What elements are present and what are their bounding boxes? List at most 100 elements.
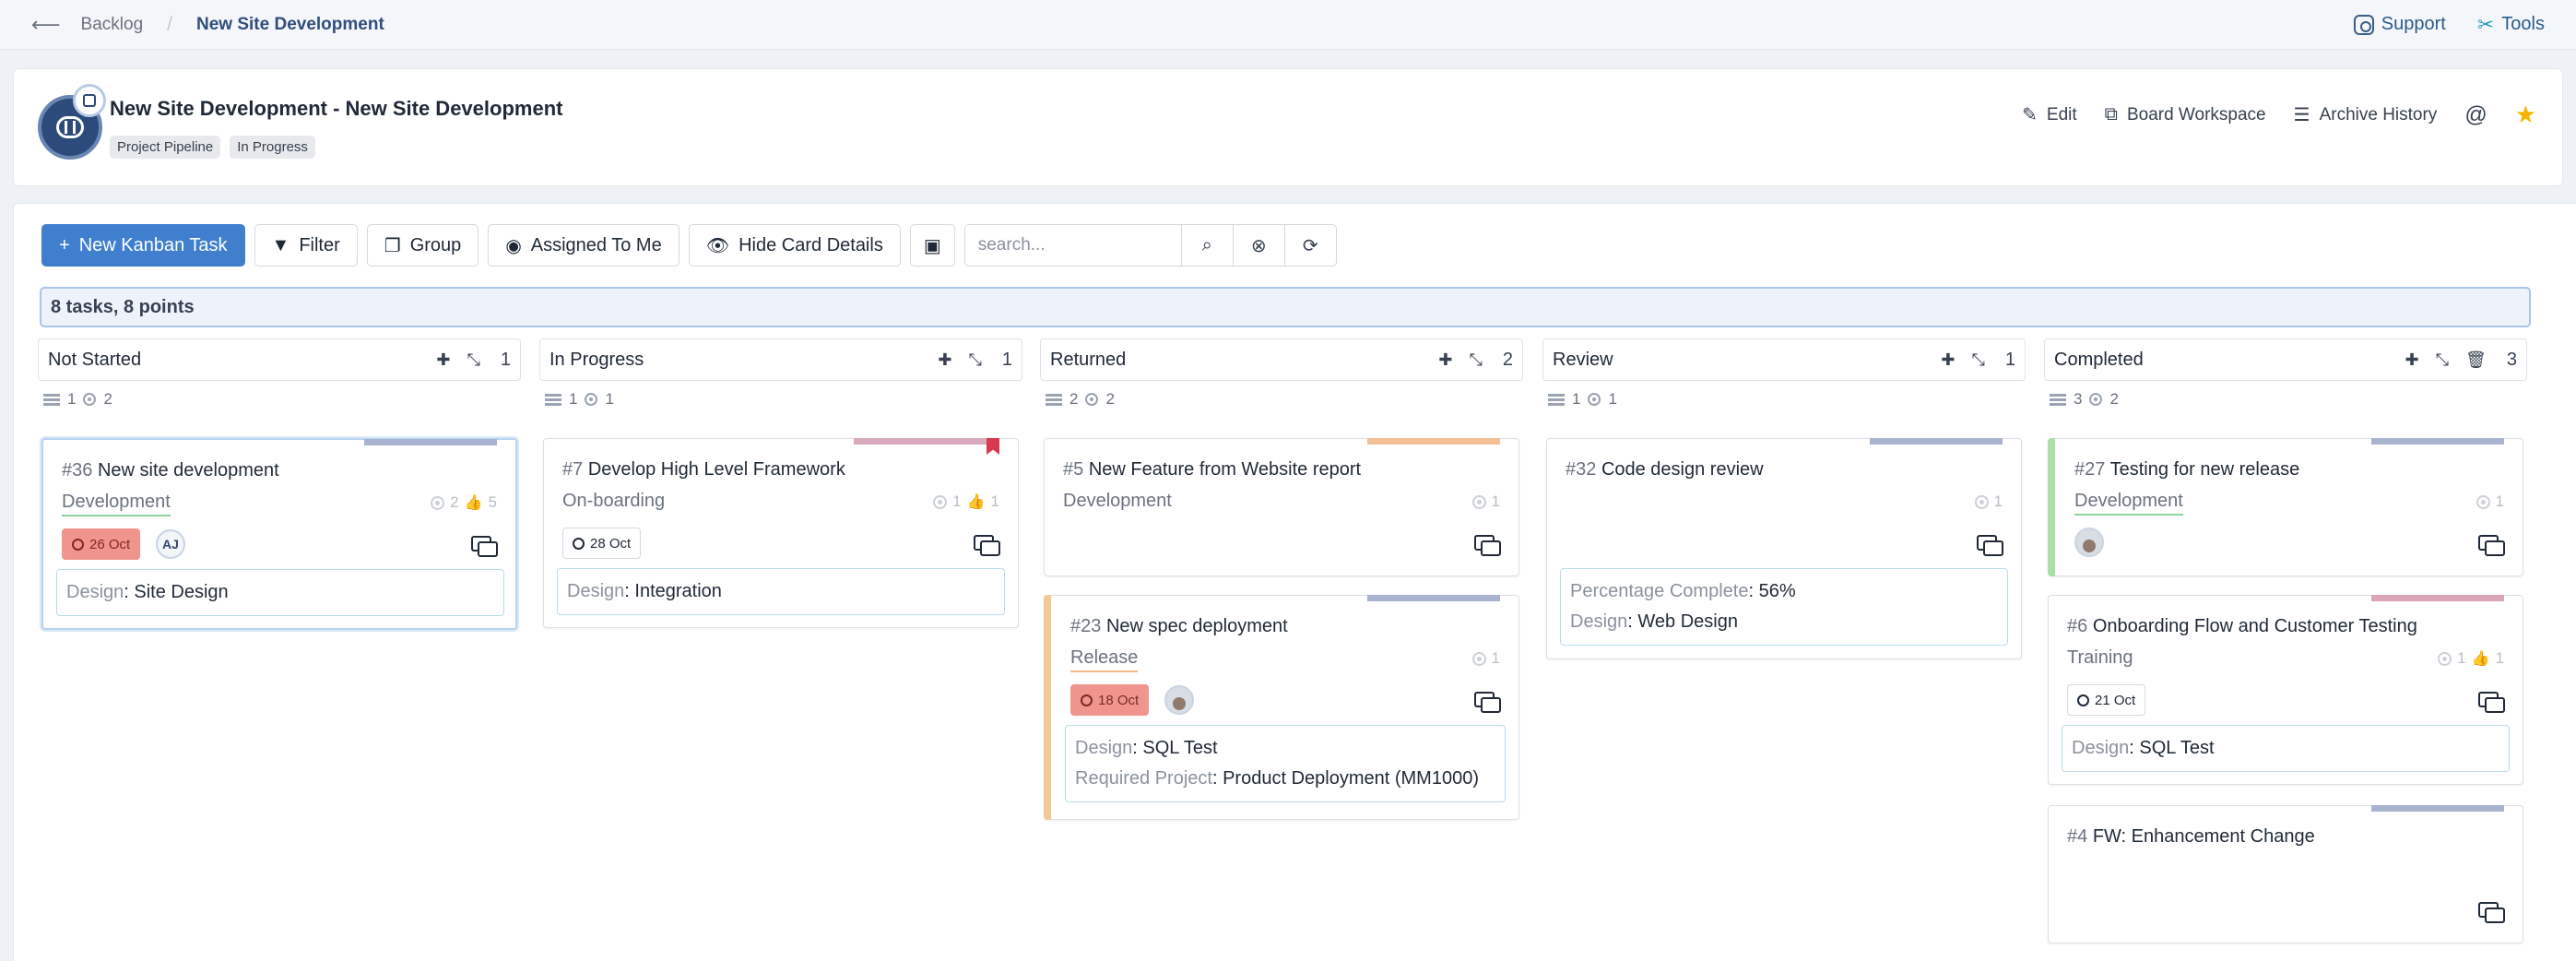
filter-button[interactable]: ▼ Filter xyxy=(254,224,358,267)
card-category: Development xyxy=(2074,491,2183,516)
group-button[interactable]: ❐ Group xyxy=(366,224,479,267)
collapse-icon[interactable]: ⤡ xyxy=(1971,350,1984,370)
card-number: #5 xyxy=(1063,459,1084,480)
kanban-card[interactable]: #5 New Feature from Website report Devel… xyxy=(1044,438,1519,576)
avatar[interactable] xyxy=(2074,528,2104,557)
edit-button[interactable]: ✎ Edit xyxy=(2022,103,2077,126)
comments-icon[interactable] xyxy=(471,536,498,557)
card-color-bar xyxy=(364,439,497,445)
support-link[interactable]: Support xyxy=(2353,14,2446,35)
add-card-icon[interactable]: ✚ xyxy=(436,350,450,370)
star-icon[interactable]: ★ xyxy=(2515,101,2536,129)
card-title: Develop High Level Framework xyxy=(587,459,845,480)
card-points: 1 xyxy=(952,492,962,510)
add-card-icon[interactable]: ✚ xyxy=(1941,350,1955,370)
comments-icon[interactable] xyxy=(974,535,1000,556)
hide-card-details-button[interactable]: 👁 Hide Card Details xyxy=(688,224,901,267)
mention-icon[interactable]: @ xyxy=(2464,102,2487,128)
clear-search-icon[interactable]: ⊗ xyxy=(1233,224,1285,267)
clock-icon xyxy=(573,537,585,550)
collapse-icon[interactable]: ⤡ xyxy=(2436,350,2449,370)
collapse-icon[interactable]: ⤡ xyxy=(467,350,479,370)
card-color-bar xyxy=(854,438,987,445)
card-points: 1 xyxy=(2495,492,2504,510)
board-toolbar: + New Kanban Task ▼ Filter ❐ Group ◉ Assigne… xyxy=(41,224,1337,267)
archive-history-button[interactable]: ☰ Archive History xyxy=(2294,103,2438,126)
detail-value: Web Design xyxy=(1637,611,1738,632)
avatar[interactable] xyxy=(1164,685,1194,715)
collapse-icon[interactable]: ⤡ xyxy=(968,350,981,370)
points-icon xyxy=(2089,393,2103,406)
card-color-bar xyxy=(2371,438,2504,445)
column-review: Review ✚ ⤡ 1 1 1 #32 Code design review … xyxy=(1542,338,2026,659)
board-workspace-button[interactable]: ⧉ Board Workspace xyxy=(2105,104,2266,125)
comments-icon[interactable] xyxy=(1474,535,1501,556)
stats-points: 2 xyxy=(2109,390,2119,408)
detail-key: Design xyxy=(1075,738,1133,758)
board-summary: 8 tasks, 8 points xyxy=(40,287,2531,327)
column-header: Completed ✚ ⤡ 🗑 3 xyxy=(2044,338,2527,381)
card-meta: 1 xyxy=(1471,649,1500,668)
archive-icon[interactable]: 🗑 xyxy=(2465,350,2487,370)
stats-tasks: 1 xyxy=(1572,390,1581,408)
edit-label: Edit xyxy=(2046,104,2077,125)
collapse-icon[interactable]: ⤡ xyxy=(1469,350,1482,370)
column-title: In Progress xyxy=(549,349,644,370)
card-number: #6 xyxy=(2067,616,2088,636)
tools-link[interactable]: ✂ Tools xyxy=(2477,13,2545,37)
column-count: 1 xyxy=(500,349,511,370)
card-category: Development xyxy=(1063,491,1172,511)
card-meta: 1 xyxy=(1471,492,1500,511)
column-in-progress: In Progress ✚ ⤡ 1 1 1 #7 Develop High Le… xyxy=(539,338,1022,628)
export-excel-button[interactable]: ▣ xyxy=(909,224,955,267)
comments-icon[interactable] xyxy=(2478,692,2505,713)
due-date-chip[interactable]: 28 Oct xyxy=(562,528,642,559)
top-right-links: Support ✂ Tools xyxy=(2353,13,2545,37)
card-points: 1 xyxy=(2457,649,2466,667)
kanban-card[interactable]: #6 Onboarding Flow and Customer Testing … xyxy=(2048,595,2523,785)
card-title: FW: Enhancement Change xyxy=(2092,826,2315,847)
new-kanban-task-button[interactable]: + New Kanban Task xyxy=(41,224,245,267)
kanban-card[interactable]: #4 FW: Enhancement Change xyxy=(2048,805,2523,943)
tasks-icon xyxy=(1548,393,1565,406)
card-title: Code design review xyxy=(1601,459,1764,480)
card-likes: 1 xyxy=(2495,649,2504,667)
column-title: Review xyxy=(1553,349,1613,370)
due-date-chip[interactable]: 18 Oct xyxy=(1070,684,1150,716)
kanban-card[interactable]: #36 New site development Development 2 👍 5… xyxy=(41,438,517,630)
stats-tasks: 3 xyxy=(2074,390,2083,408)
points-icon xyxy=(83,393,97,406)
assigned-to-me-button[interactable]: ◉ Assigned To Me xyxy=(488,224,679,267)
search-icon[interactable]: ⌕ xyxy=(1181,224,1234,267)
support-label: Support xyxy=(2381,14,2446,34)
comments-icon[interactable] xyxy=(2478,902,2505,923)
board-header: New Site Development - New Site Developm… xyxy=(13,68,2563,186)
kanban-card[interactable]: #27 Testing for new release Development … xyxy=(2048,438,2523,576)
archive-label: Archive History xyxy=(2319,104,2438,125)
due-date: 21 Oct xyxy=(2095,692,2136,708)
refresh-icon[interactable]: ⟳ xyxy=(1284,224,1337,267)
arrow-left-icon[interactable]: ⟵ xyxy=(31,13,61,37)
avatar[interactable]: AJ xyxy=(156,529,185,559)
comments-icon[interactable] xyxy=(2478,535,2505,556)
add-card-icon[interactable]: ✚ xyxy=(2405,350,2419,370)
add-card-icon[interactable]: ✚ xyxy=(938,350,951,370)
comments-icon[interactable] xyxy=(1474,692,1501,713)
kanban-card[interactable]: #32 Code design review 1 Percentage Comp… xyxy=(1546,438,2022,659)
card-number: #23 xyxy=(1070,616,1102,636)
column-header: In Progress ✚ ⤡ 1 xyxy=(539,338,1022,381)
add-card-icon[interactable]: ✚ xyxy=(1438,350,1452,370)
breadcrumb-backlog[interactable]: Backlog xyxy=(81,15,144,35)
comments-icon[interactable] xyxy=(1977,535,2003,556)
search-input[interactable] xyxy=(963,224,1182,267)
kanban-card[interactable]: #7 Develop High Level Framework On-board… xyxy=(543,438,1019,628)
kanban-card[interactable]: #23 New spec deployment Release 1 18 Oct… xyxy=(1044,595,1519,820)
detail-value: Site Design xyxy=(134,582,229,602)
sliders-icon: ☰ xyxy=(2293,105,2310,125)
card-meta: 2 👍 5 xyxy=(431,493,497,512)
due-date-chip[interactable]: 26 Oct xyxy=(62,528,141,560)
due-date-chip[interactable]: 21 Oct xyxy=(2067,684,2146,716)
card-title: New site development xyxy=(97,460,279,480)
card-title: Testing for new release xyxy=(2109,459,2300,480)
card-likes: 1 xyxy=(990,492,999,510)
